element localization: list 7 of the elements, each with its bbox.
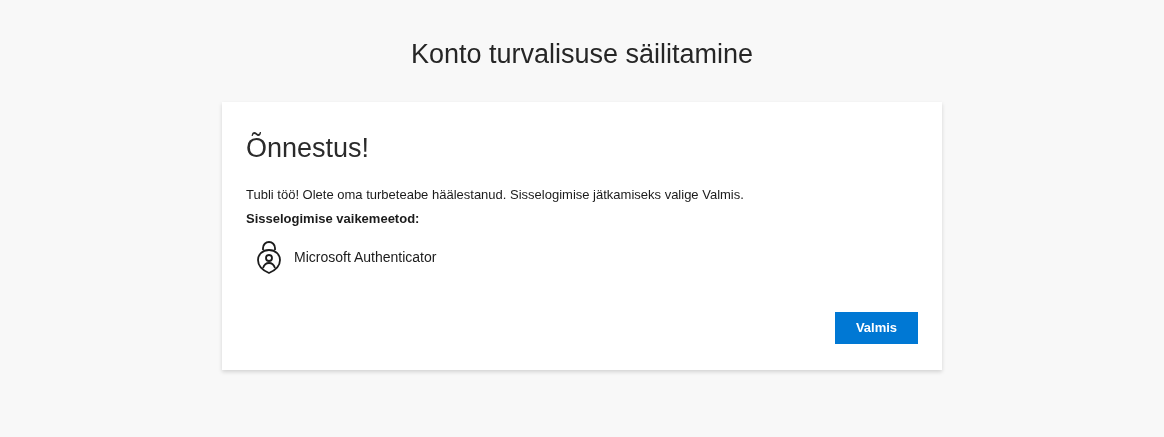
success-message: Tubli töö! Olete oma turbeteabe häälestanud. Sisselogimise jätkamiseks valige Valmis. bbox=[246, 186, 745, 204]
done-button[interactable]: Valmis bbox=[835, 312, 918, 344]
methods-label: Sisselogimise vaikemeetod: bbox=[246, 210, 421, 228]
method-name: Microsoft Authenticator bbox=[294, 247, 437, 267]
page-title: Konto turvalisuse säilitamine bbox=[410, 38, 754, 71]
card-heading: Õnnestus! bbox=[246, 131, 371, 165]
lock-person-icon bbox=[256, 240, 282, 274]
